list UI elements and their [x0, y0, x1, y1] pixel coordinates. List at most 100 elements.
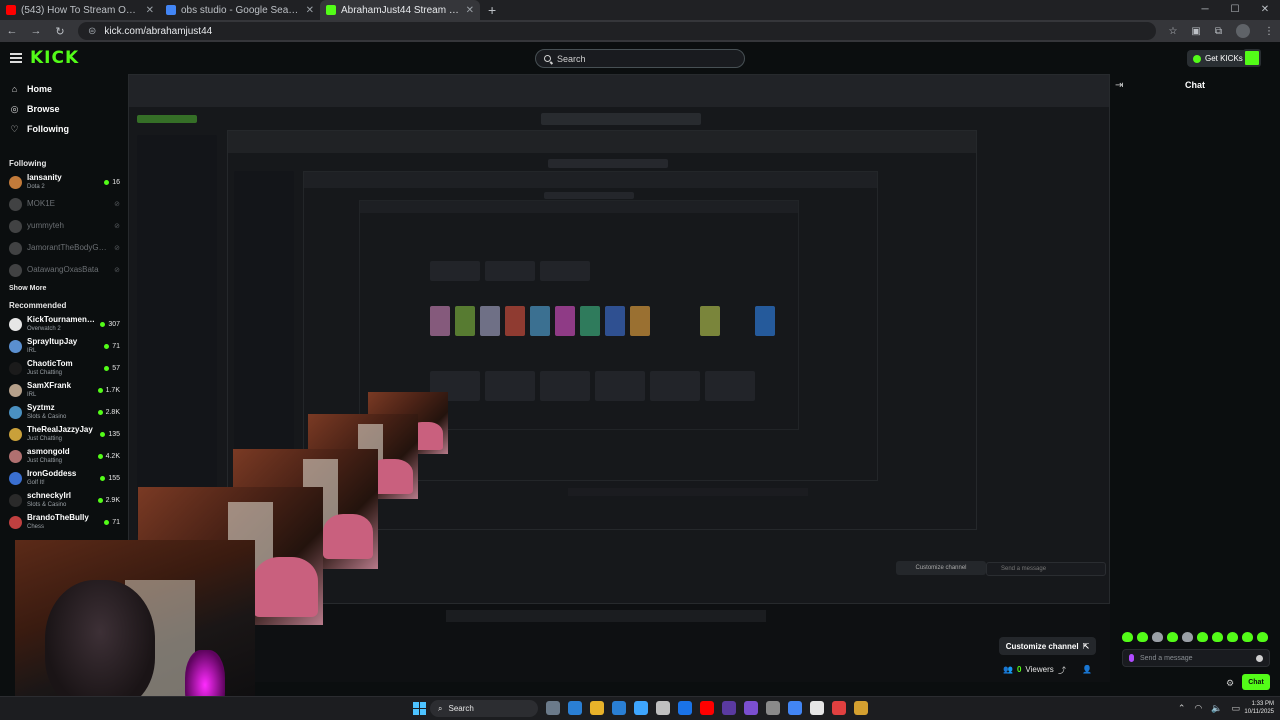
taskbar-app-icon[interactable]	[568, 701, 582, 715]
tab-title: (543) How To Stream On Kick U	[21, 4, 141, 16]
window-controls: ─ ☐ ✕	[1190, 0, 1280, 20]
viewer-count: 71	[104, 343, 120, 350]
emote-icon[interactable]	[1257, 632, 1268, 642]
channel-name: yummyteh	[27, 221, 64, 230]
bookmark-star-icon[interactable]: ☆	[1168, 26, 1177, 37]
viewer-count: 2.9K	[97, 497, 120, 504]
channel-name: BrandoTheBully	[27, 513, 89, 522]
search-input[interactable]: Search	[535, 49, 745, 68]
channel-item[interactable]: yummyteh ⊘	[0, 215, 128, 237]
channel-item[interactable]: lansanity Dota 2 16	[0, 171, 128, 193]
battery-icon[interactable]: ▭	[1231, 703, 1240, 714]
channel-item[interactable]: MOK1E ⊘	[0, 193, 128, 215]
sidebar-item-browse[interactable]: ◎ Browse	[0, 99, 128, 119]
browser-tab[interactable]: (543) How To Stream On Kick U ✕	[0, 0, 160, 20]
tab-close-icon[interactable]: ✕	[146, 5, 154, 16]
taskbar-app-icon[interactable]	[678, 701, 692, 715]
clock-time: 1:33 PM	[1251, 701, 1274, 707]
channel-item[interactable]: KickTournamentN... Overwatch 2 307	[0, 313, 128, 335]
taskbar-app-icon[interactable]	[700, 701, 714, 715]
share-icon[interactable]: ⤴	[1058, 665, 1066, 676]
kick-logo[interactable]: KICK	[30, 48, 79, 68]
get-kicks-button[interactable]: Get KICKs	[1187, 50, 1249, 67]
close-icon[interactable]: ✕	[1250, 0, 1280, 20]
emote-icon[interactable]	[1197, 632, 1208, 642]
user-avatar[interactable]	[1243, 49, 1261, 67]
extensions-icon[interactable]: ⧉	[1215, 26, 1222, 37]
emote-icon[interactable]	[1137, 632, 1148, 642]
emote-icon[interactable]	[1182, 632, 1193, 642]
new-tab-button[interactable]: +	[480, 0, 504, 20]
viewer-count: 307	[100, 321, 120, 328]
taskbar-clock[interactable]: 1:33 PM 10/11/2025	[1244, 700, 1274, 716]
channel-item[interactable]: JamorantTheBodyGu... ⊘	[0, 237, 128, 259]
channel-category: Overwatch 2	[27, 326, 61, 332]
channel-item[interactable]: Syztmz Slots & Casino 2.8K	[0, 401, 128, 423]
taskbar-app-icon[interactable]	[744, 701, 758, 715]
taskbar-search[interactable]: ⌕ Search	[430, 700, 538, 717]
channel-item[interactable]: IronGoddess Golf It! 155	[0, 467, 128, 489]
sidebar-item-home[interactable]: ⌂ Home	[0, 79, 128, 99]
minimize-icon[interactable]: ─	[1190, 0, 1220, 20]
tab-close-icon[interactable]: ✕	[466, 5, 474, 16]
site-info-icon[interactable]: ⊜	[88, 26, 96, 37]
compass-icon: ◎	[10, 103, 19, 114]
chat-send-button[interactable]: Chat	[1242, 674, 1270, 690]
url-field[interactable]: ⊜ kick.com/abrahamjust44	[78, 22, 1157, 40]
wifi-icon[interactable]: ◠	[1194, 703, 1202, 714]
taskbar-app-icon[interactable]	[722, 701, 736, 715]
taskbar-app-icon[interactable]	[854, 701, 868, 715]
channel-item[interactable]: ChaoticTom Just Chatting 57	[0, 357, 128, 379]
stream-player[interactable]: Customize channel Send a message	[128, 74, 1110, 682]
volume-icon[interactable]: 🔈	[1211, 703, 1222, 714]
channel-item[interactable]: BrandoTheBully Chess 71	[0, 511, 128, 533]
taskbar-app-icon[interactable]	[788, 701, 802, 715]
emote-icon[interactable]	[1227, 632, 1238, 642]
back-icon[interactable]: ←	[6, 25, 18, 37]
customize-channel-button[interactable]: Customize channel ⇱	[999, 637, 1096, 655]
profile-avatar[interactable]	[1236, 24, 1250, 38]
emote-icon[interactable]	[1122, 632, 1133, 642]
menu-icon[interactable]	[10, 53, 22, 63]
emote-icon[interactable]	[1212, 632, 1223, 642]
browser-tab[interactable]: AbrahamJust44 Stream - V ✕	[320, 0, 480, 20]
channel-item[interactable]: SamXFrank IRL 1.7K	[0, 379, 128, 401]
chat-message-input[interactable]: Send a message	[1122, 649, 1270, 667]
mic-icon[interactable]	[1129, 654, 1134, 662]
forward-icon[interactable]: →	[30, 25, 42, 37]
show-more-link[interactable]: Show More	[0, 281, 128, 297]
taskbar-app-icon[interactable]	[810, 701, 824, 715]
maximize-icon[interactable]: ☐	[1220, 0, 1250, 20]
emote-icon[interactable]	[1152, 632, 1163, 642]
taskbar-app-icon[interactable]	[766, 701, 780, 715]
sidebar-item-following[interactable]: ♡ Following	[0, 119, 128, 139]
channel-name: asmongold	[27, 447, 70, 456]
side-panel-icon[interactable]: ▣	[1191, 26, 1200, 37]
channel-name: ChaoticTom	[27, 359, 73, 368]
add-user-icon[interactable]: 👤	[1082, 665, 1092, 674]
channel-item[interactable]: TheRealJazzyJay Just Chatting 135	[0, 423, 128, 445]
viewer-count: 1.7K	[97, 387, 120, 394]
channel-item[interactable]: SprayItupJay IRL 71	[0, 335, 128, 357]
channel-item[interactable]: asmongold Just Chatting 4.2K	[0, 445, 128, 467]
taskbar-app-icon[interactable]	[612, 701, 626, 715]
emoji-icon[interactable]	[1256, 654, 1263, 662]
reload-icon[interactable]: ↻	[54, 25, 66, 38]
taskbar-app-icon[interactable]	[832, 701, 846, 715]
channel-item[interactable]: schneckyIrl Slots & Casino 2.9K	[0, 489, 128, 511]
taskbar-app-icon[interactable]	[546, 701, 560, 715]
viewer-count-label: Viewers	[1025, 665, 1054, 674]
taskbar-app-icon[interactable]	[590, 701, 604, 715]
windows-start-icon[interactable]	[413, 702, 426, 715]
browser-tab[interactable]: obs studio - Google Search ✕	[160, 0, 320, 20]
browser-menu-icon[interactable]: ⋮	[1264, 26, 1274, 37]
emote-icon[interactable]	[1242, 632, 1253, 642]
taskbar-app-icon[interactable]	[634, 701, 648, 715]
channel-item[interactable]: OatawangOxasBata ⊘	[0, 259, 128, 281]
emote-icon[interactable]	[1167, 632, 1178, 642]
gear-icon[interactable]: ⚙	[1226, 678, 1234, 689]
chevron-up-icon[interactable]: ⌃	[1178, 703, 1186, 714]
tab-close-icon[interactable]: ✕	[306, 5, 314, 16]
channel-meta: schneckyIrl Slots & Casino	[27, 491, 93, 509]
taskbar-app-icon[interactable]	[656, 701, 670, 715]
